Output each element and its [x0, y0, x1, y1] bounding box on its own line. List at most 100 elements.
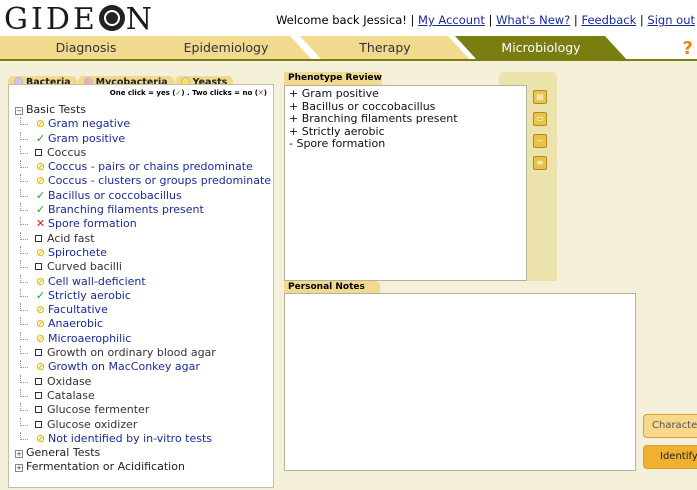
unknown-circle-icon[interactable]: ⊘ — [35, 303, 46, 317]
checkbox-icon[interactable] — [35, 349, 42, 357]
test-item-label: Not identified by in-vitro tests — [48, 431, 213, 445]
personal-notes-input[interactable] — [284, 293, 636, 471]
test-item[interactable]: Glucose fermenter — [15, 403, 271, 417]
test-item[interactable]: ⊘ Facultative — [15, 303, 271, 317]
test-item-label: Anaerobic — [48, 317, 104, 331]
test-item[interactable]: Glucose oxidizer — [15, 417, 271, 432]
test-item[interactable]: ✓ Gram positive — [15, 131, 271, 146]
expand-icon[interactable]: + — [15, 464, 23, 473]
test-item[interactable]: ✓ Branching filaments present — [15, 203, 271, 217]
clear-icon[interactable]: -- — [533, 134, 547, 148]
tab-microbiology[interactable]: Microbiology — [455, 36, 627, 60]
tree-branch-line — [20, 417, 28, 426]
tree-group[interactable]: + Fermentation or Acidification — [15, 460, 271, 474]
test-item[interactable]: Oxidase — [15, 374, 271, 389]
test-item[interactable]: ⊘ Spirochete — [15, 245, 271, 260]
yes-check-icon[interactable]: ✓ — [35, 203, 46, 217]
test-item-label: Cell wall-deficient — [48, 274, 146, 288]
test-item[interactable]: ✕ Spore formation — [15, 217, 271, 231]
tab-epidemiology[interactable]: Epidemiology — [140, 36, 312, 60]
test-item[interactable]: ✓ Strictly aerobic — [15, 288, 271, 303]
feedback-link[interactable]: Feedback — [581, 13, 636, 27]
identify-button[interactable]: Identify! — [643, 445, 697, 469]
test-item-label: Catalase — [47, 388, 95, 402]
no-cross-icon[interactable]: ✕ — [35, 217, 46, 231]
unknown-circle-icon[interactable]: ⊘ — [35, 117, 46, 131]
test-item-label: Coccus — [47, 145, 87, 159]
test-item[interactable]: Growth on ordinary blood agar — [15, 346, 271, 360]
yes-check-icon[interactable]: ✓ — [35, 132, 46, 146]
welcome-text: Welcome back Jessica! | — [275, 13, 415, 27]
whats-new-link[interactable]: What's New? — [496, 13, 570, 27]
test-item[interactable]: ⊘ Gram negative — [15, 117, 271, 131]
test-item[interactable]: Curved bacilli — [15, 260, 271, 274]
unknown-circle-icon[interactable]: ⊘ — [35, 317, 46, 331]
expand-icon[interactable]: + — [15, 450, 23, 459]
tree-branch-line — [20, 160, 28, 169]
test-item-label: Glucose fermenter — [47, 403, 150, 417]
test-item[interactable]: ⊘ Not identified by in-vitro tests — [15, 431, 271, 446]
tree-branch-line — [20, 145, 28, 154]
tree-group[interactable]: − Basic Tests — [15, 103, 271, 117]
tree-group[interactable]: + General Tests — [15, 446, 271, 460]
my-account-link[interactable]: My Account — [418, 13, 485, 27]
list-icon[interactable]: ≡ — [533, 156, 547, 170]
test-item-label: Glucose oxidizer — [47, 417, 138, 431]
test-item[interactable]: ⊘ Microaerophilic — [15, 331, 271, 346]
phenotype-line: - Spore formation — [289, 137, 386, 150]
checkbox-icon[interactable] — [35, 263, 42, 271]
tree-branch-line — [20, 403, 28, 412]
checkbox-icon[interactable] — [35, 148, 42, 156]
test-item[interactable]: ⊘ Coccus - pairs or chains predominate — [15, 160, 271, 174]
unknown-circle-icon[interactable]: ⊘ — [35, 332, 46, 346]
folder-icon[interactable]: ▭ — [533, 112, 547, 126]
yes-check-icon[interactable]: ✓ — [35, 289, 46, 303]
unknown-circle-icon[interactable]: ⊘ — [35, 432, 46, 446]
tree-branch-line — [20, 217, 28, 226]
unknown-circle-icon[interactable]: ⊘ — [35, 275, 46, 289]
test-item-label: Branching filaments present — [48, 203, 204, 217]
tree-branch-line — [20, 346, 28, 355]
collapse-icon[interactable]: − — [15, 107, 23, 115]
checkbox-icon[interactable] — [35, 420, 42, 428]
characterize-button[interactable]: Characterize — [643, 414, 697, 438]
checkbox-icon[interactable] — [35, 406, 42, 414]
checkbox-icon[interactable] — [35, 377, 42, 385]
tree-branch-line — [20, 288, 28, 297]
test-item-label: Coccus - pairs or chains predominate — [48, 160, 253, 174]
tab-therapy[interactable]: Therapy — [300, 36, 470, 60]
tree-branch-line — [20, 431, 28, 440]
logo-text-end: N — [125, 2, 156, 37]
checkbox-icon[interactable] — [35, 391, 42, 399]
test-tree-panel: One click = yes (✓) . Two clicks = no (✕… — [8, 84, 274, 488]
test-tree: − Basic Tests ⊘ Gram negative ✓ Gram positive… — [15, 103, 271, 475]
test-item[interactable]: Acid fast — [15, 231, 271, 246]
test-item-label: Growth on MacConkey agar — [48, 360, 200, 374]
tree-branch-line — [20, 317, 28, 326]
test-item[interactable]: Coccus — [15, 145, 271, 160]
test-item[interactable]: Catalase — [15, 388, 271, 403]
tree-branch-line — [20, 360, 28, 369]
unknown-circle-icon[interactable]: ⊘ — [35, 246, 46, 260]
yes-check-icon[interactable]: ✓ — [35, 189, 46, 203]
test-item-label: Gram positive — [48, 131, 126, 145]
unknown-circle-icon[interactable]: ⊘ — [35, 360, 46, 374]
test-item[interactable]: ⊘ Anaerobic — [15, 317, 271, 331]
tree-branch-line — [20, 274, 28, 283]
gideon-logo[interactable]: GIDE N — [4, 2, 155, 37]
help-icon[interactable]: ? — [683, 38, 693, 59]
test-item-label: Acid fast — [47, 231, 95, 245]
test-item[interactable]: ⊘ Cell wall-deficient — [15, 274, 271, 289]
test-item[interactable]: ✓ Bacillus or coccobacillus — [15, 188, 271, 203]
test-item[interactable]: ⊘ Coccus - clusters or groups predominate — [15, 174, 271, 188]
test-item[interactable]: ⊘ Growth on MacConkey agar — [15, 360, 271, 374]
organism-tabs: Bacteria Mycobacteria Yeasts — [8, 70, 234, 90]
unknown-circle-icon[interactable]: ⊘ — [35, 174, 46, 188]
test-item-label: Strictly aerobic — [48, 288, 131, 302]
globe-icon — [98, 5, 125, 31]
main-nav: Diagnosis Epidemiology Therapy Microbiol… — [0, 36, 697, 60]
sign-out-link[interactable]: Sign out — [647, 13, 695, 27]
checkbox-icon[interactable] — [35, 234, 42, 242]
save-icon[interactable]: ▤ — [533, 90, 547, 104]
unknown-circle-icon[interactable]: ⊘ — [35, 160, 46, 174]
